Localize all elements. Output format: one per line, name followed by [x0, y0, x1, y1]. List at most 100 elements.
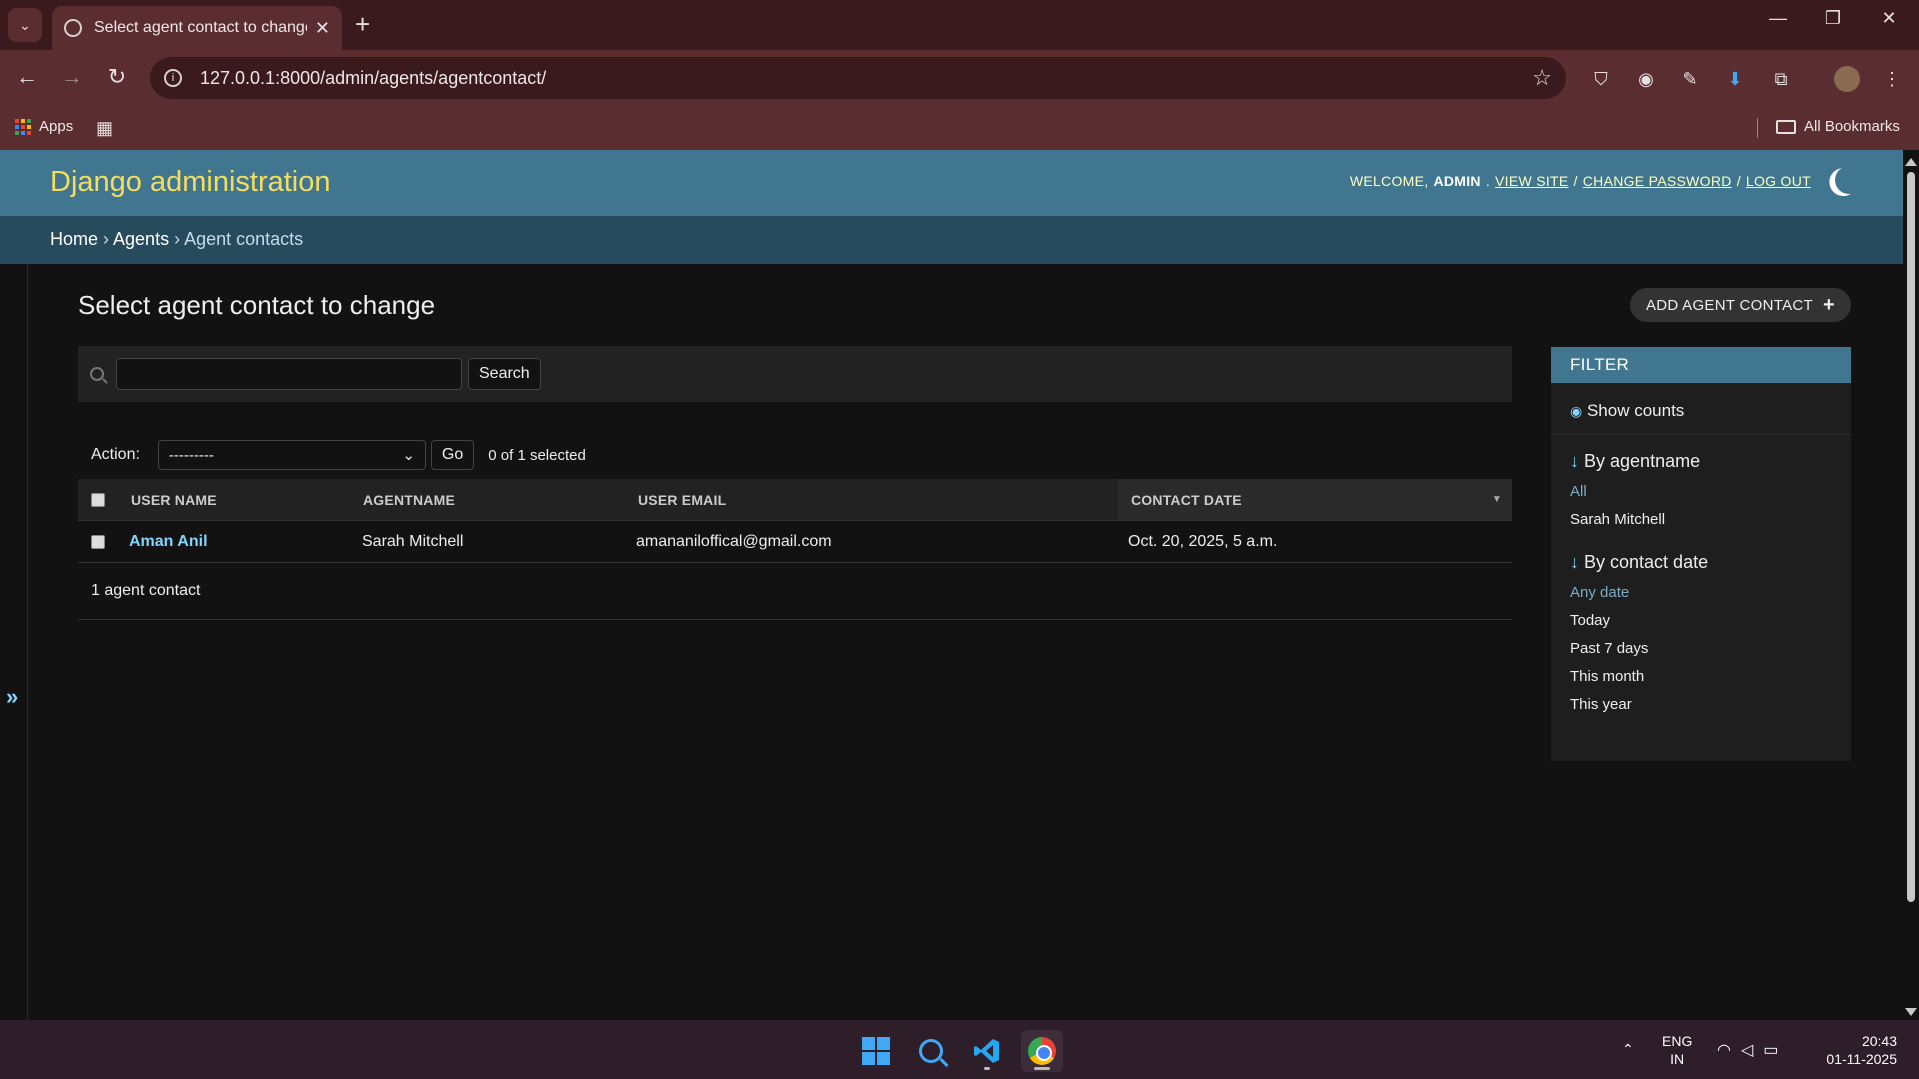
column-header-agentname[interactable]: AGENTNAME: [363, 479, 455, 520]
battery-icon: ▭: [1763, 1041, 1779, 1059]
volume-icon: ◁: [1740, 1041, 1754, 1059]
column-header-user-email[interactable]: USER EMAIL: [638, 479, 726, 520]
minimize-icon[interactable]: —: [1758, 8, 1798, 29]
region-code: IN: [1670, 1051, 1685, 1067]
more-menu-icon[interactable]: ⋮: [1879, 66, 1905, 92]
filter-option-any-date[interactable]: Any date: [1570, 583, 1832, 611]
view-site-link[interactable]: VIEW SITE: [1495, 173, 1569, 189]
language-code: ENG: [1662, 1033, 1693, 1049]
theme-toggle-moon-icon[interactable]: [1831, 162, 1867, 198]
filter-option-today[interactable]: Today: [1570, 611, 1832, 639]
profile-avatar[interactable]: [1834, 66, 1860, 92]
extensions-puzzle-icon[interactable]: ⧉: [1768, 66, 1794, 92]
page-scrollbar[interactable]: [1903, 150, 1919, 1020]
search-input[interactable]: [116, 358, 462, 390]
restore-icon[interactable]: ❐: [1813, 8, 1853, 29]
extension-red-icon[interactable]: ◉: [1633, 66, 1659, 92]
url-text: 127.0.0.1:8000/admin/agents/agentcontact…: [200, 67, 547, 88]
action-select[interactable]: --------- ⌄: [157, 440, 426, 470]
download-extension-icon[interactable]: ⬇: [1722, 66, 1748, 92]
change-password-link[interactable]: CHANGE PASSWORD: [1583, 173, 1732, 189]
column-header-contact-date[interactable]: CONTACT DATE ▼: [1118, 479, 1512, 520]
close-window-icon[interactable]: ✕: [1869, 8, 1909, 29]
content-main: Select agent contact to change ADD AGENT…: [78, 264, 1851, 1020]
show-counts-label: Show counts: [1586, 401, 1685, 420]
user-name-link[interactable]: Aman Anil: [129, 533, 208, 551]
arrow-down-icon: ↓: [1570, 451, 1579, 471]
address-bar[interactable]: i 127.0.0.1:8000/admin/agents/agentconta…: [150, 57, 1566, 99]
system-tray[interactable]: ◠ ◁ ▭: [1717, 1020, 1778, 1079]
search-button[interactable]: Search: [468, 358, 541, 390]
close-tab-icon[interactable]: ✕: [315, 18, 330, 39]
filter-group-contact-date-options: Any date Today Past 7 days This month Th…: [1551, 573, 1851, 723]
filter-option-this-year[interactable]: This year: [1570, 695, 1832, 723]
changelist-filter: FILTER ◉ Show counts ↓ By agentname All …: [1551, 347, 1851, 761]
breadcrumb-home[interactable]: Home: [50, 229, 98, 249]
filter-group-agentname-title: ↓ By agentname: [1551, 451, 1851, 472]
expand-sidebar-icon: »: [6, 684, 19, 709]
taskbar-chrome[interactable]: [1021, 1030, 1063, 1072]
apps-grid-icon: [15, 118, 31, 135]
shield-extension-icon[interactable]: ⛉: [1588, 66, 1614, 92]
new-tab-button[interactable]: +: [355, 10, 370, 38]
show-hidden-icons[interactable]: ⌃: [1622, 1020, 1634, 1079]
bookmark-star-icon[interactable]: ☆: [1532, 65, 1552, 91]
back-icon[interactable]: ←: [12, 64, 42, 90]
start-button[interactable]: [855, 1030, 897, 1072]
tab-search-button[interactable]: ⌄: [8, 8, 42, 42]
filter-option-this-month[interactable]: This month: [1570, 667, 1832, 695]
breadcrumb-agents[interactable]: Agents: [113, 229, 169, 249]
filter-option-all[interactable]: All: [1570, 482, 1832, 510]
page-title: Select agent contact to change: [78, 290, 436, 320]
vscode-icon: [974, 1039, 999, 1063]
clock[interactable]: 20:43 01-11-2025: [1826, 1032, 1897, 1068]
results-table: USER NAME AGENTNAME USER EMAIL CONTACT D…: [78, 479, 1512, 563]
table-header-row: USER NAME AGENTNAME USER EMAIL CONTACT D…: [78, 479, 1512, 521]
scroll-down-arrow-icon[interactable]: [1905, 1008, 1917, 1016]
welcome-text: WELCOME,: [1349, 173, 1429, 189]
all-bookmarks-button[interactable]: All Bookmarks: [1776, 118, 1900, 135]
clock-time: 20:43: [1861, 1033, 1897, 1049]
taskbar-vscode[interactable]: [966, 1030, 1008, 1072]
search-toolbar: Search: [78, 346, 1512, 402]
show-counts-link[interactable]: ◉ Show counts: [1551, 383, 1851, 435]
breadcrumb-current: Agent contacts: [184, 229, 304, 249]
apps-bookmark[interactable]: Apps: [15, 118, 73, 135]
go-button[interactable]: Go: [430, 440, 475, 470]
apps-label: Apps: [39, 118, 74, 135]
taskbar-search-button[interactable]: [910, 1030, 952, 1072]
chevron-up-icon: ⌃: [1622, 1041, 1634, 1057]
clock-date: 01-11-2025: [1826, 1051, 1897, 1067]
filter-title: FILTER: [1551, 347, 1851, 383]
reload-icon[interactable]: ↻: [102, 64, 132, 90]
search-icon: [919, 1039, 943, 1063]
filter-group-agentname-label: By agentname: [1584, 451, 1701, 471]
filter-option-past-7-days[interactable]: Past 7 days: [1570, 639, 1832, 667]
eyedropper-extension-icon[interactable]: ✎: [1677, 66, 1703, 92]
site-info-icon[interactable]: i: [164, 69, 182, 87]
tab-groups-icon[interactable]: ▦: [96, 118, 113, 139]
column-header-user-name[interactable]: USER NAME: [131, 479, 217, 520]
browser-tab-strip: ⌄ Select agent contact to change ✕ + — ❐…: [0, 0, 1919, 50]
row-select-checkbox[interactable]: [91, 534, 105, 549]
select-all-checkbox[interactable]: [91, 492, 105, 507]
sort-descending-icon[interactable]: ▼: [1492, 494, 1502, 505]
chevron-down-icon: ⌄: [19, 16, 31, 33]
active-indicator: [1034, 1067, 1050, 1070]
screen: ⌄ Select agent contact to change ✕ + — ❐…: [0, 0, 1919, 1079]
scrollbar-thumb[interactable]: [1907, 172, 1915, 902]
chrome-icon: [1028, 1037, 1056, 1065]
site-brand-link[interactable]: Django administration: [50, 166, 330, 199]
scroll-up-arrow-icon[interactable]: [1905, 158, 1917, 166]
browser-tab-active[interactable]: Select agent contact to change ✕: [52, 6, 342, 50]
filter-option-sarah-mitchell[interactable]: Sarah Mitchell: [1570, 510, 1832, 538]
windows-logo-icon: [862, 1037, 890, 1065]
browser-toolbar: ← → ↻ i 127.0.0.1:8000/admin/agents/agen…: [0, 50, 1919, 106]
input-language[interactable]: ENG IN: [1662, 1032, 1692, 1068]
log-out-link[interactable]: LOG OUT: [1746, 173, 1811, 189]
forward-icon[interactable]: →: [57, 64, 87, 90]
bookmarks-divider: [1757, 118, 1758, 138]
nav-sidebar-toggle[interactable]: »: [0, 264, 28, 1020]
add-agent-contact-button[interactable]: ADD AGENT CONTACT +: [1629, 288, 1851, 322]
django-admin-page: Django administration WELCOME, ADMIN. VI…: [0, 150, 1903, 1020]
